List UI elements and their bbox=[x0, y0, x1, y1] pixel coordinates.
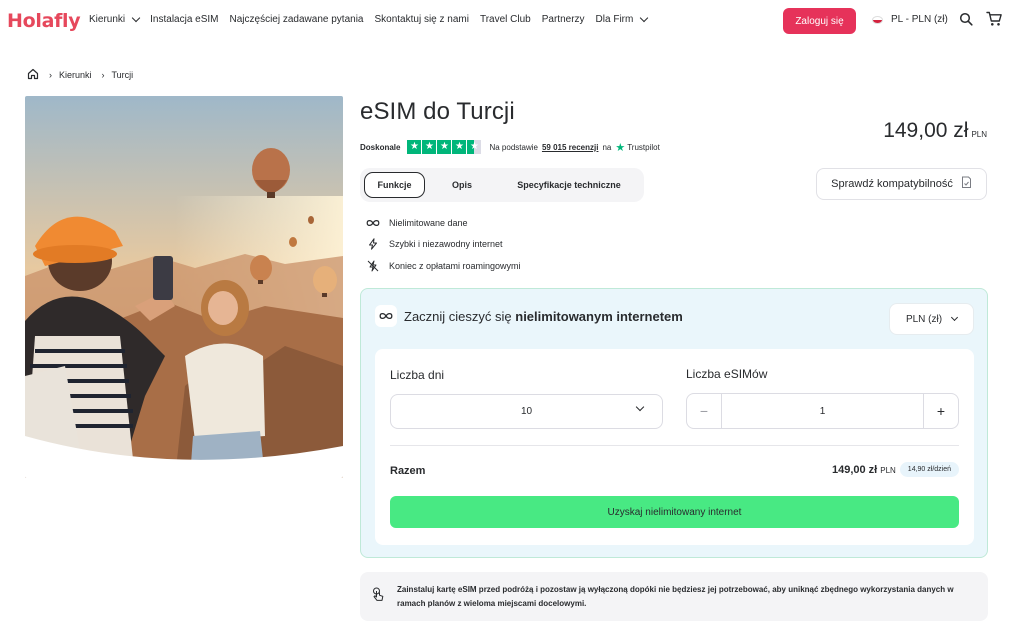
card-header: Zacznij cieszyć się nielimitowanym inter… bbox=[375, 305, 683, 327]
star-icon: ★ bbox=[452, 140, 467, 154]
total-label: Razem bbox=[390, 465, 426, 477]
reviews-link[interactable]: 59 015 recenzji bbox=[542, 143, 598, 152]
trustpilot-star-icon: ★ bbox=[615, 141, 626, 154]
tab-funkcje[interactable]: Funkcje bbox=[364, 172, 425, 198]
star-icon: ★ bbox=[437, 140, 452, 154]
nav-item-dla-firm[interactable]: Dla Firm bbox=[596, 13, 649, 25]
rating-word: Doskonale bbox=[360, 142, 401, 152]
plan-configurator-card: Zacznij cieszyć się nielimitowanym inter… bbox=[360, 288, 988, 558]
chevron-down-icon bbox=[951, 313, 959, 322]
half-star-icon: ★ bbox=[467, 140, 482, 154]
nav-item-partnerzy[interactable]: Partnerzy bbox=[542, 14, 585, 25]
nav-item-faq[interactable]: Najczęściej zadawane pytania bbox=[230, 14, 364, 25]
language-currency-selector[interactable]: PL - PLN (zł) bbox=[872, 14, 948, 25]
cart-icon[interactable] bbox=[986, 11, 1003, 32]
breadcrumb-separator: › bbox=[101, 70, 105, 80]
breadcrumb-kierunki[interactable]: Kierunki bbox=[59, 70, 92, 80]
search-icon[interactable] bbox=[959, 12, 973, 31]
esim-quantity-value[interactable]: 1 bbox=[722, 406, 923, 417]
per-day-badge: 14,90 zł/dzień bbox=[899, 462, 959, 477]
esims-label: Liczba eSIMów bbox=[686, 367, 768, 381]
no-roaming-icon bbox=[366, 260, 380, 272]
feature-list: Nielimitowane dane Szybki i niezawodny i… bbox=[366, 212, 521, 277]
divider bbox=[390, 445, 959, 446]
total-summary: 149,00 zł PLN 14,90 zł/dzień bbox=[832, 462, 959, 477]
install-tip-text: Zainstaluj kartę eSIM przed podróżą i po… bbox=[397, 585, 954, 608]
card-title: Zacznij cieszyć się nielimitowanym inter… bbox=[404, 308, 683, 324]
home-icon[interactable] bbox=[27, 68, 39, 82]
install-tip-note: Zainstaluj kartę eSIM przed podróżą i po… bbox=[360, 572, 988, 621]
days-select[interactable]: 10 bbox=[390, 394, 663, 429]
increment-button[interactable]: + bbox=[923, 394, 958, 428]
chevron-down-icon bbox=[640, 13, 649, 23]
star-icon: ★ bbox=[422, 140, 437, 154]
trustpilot-rating: Doskonale ★ ★ ★ ★ ★ Na podstawie 59 015 … bbox=[360, 140, 660, 154]
nav-item-kierunki[interactable]: Kierunki bbox=[89, 13, 141, 25]
holafly-logo[interactable]: Holafly bbox=[7, 10, 81, 32]
get-unlimited-internet-button[interactable]: Uzyskaj nielimitowany internet bbox=[390, 496, 959, 528]
plan-options-panel: Liczba dni Liczba eSIMów 10 − 1 + Razem … bbox=[375, 349, 974, 545]
document-check-icon bbox=[961, 176, 972, 192]
rating-stars: ★ ★ ★ ★ ★ bbox=[407, 140, 482, 154]
product-price: 149,00 zł PLN bbox=[883, 119, 987, 142]
star-icon: ★ bbox=[407, 140, 422, 154]
infinity-icon bbox=[366, 219, 380, 227]
decrement-button[interactable]: − bbox=[687, 394, 722, 428]
hero-image bbox=[25, 96, 343, 478]
main-nav: Kierunki Instalacja eSIM Najczęściej zad… bbox=[89, 13, 658, 25]
currency-select[interactable]: PLN (zł) bbox=[889, 303, 974, 335]
infinity-icon bbox=[375, 305, 397, 327]
nav-item-instalacja[interactable]: Instalacja eSIM bbox=[150, 14, 218, 25]
reviews-prefix: Na podstawie bbox=[489, 142, 538, 152]
total-price: 149,00 zł PLN bbox=[831, 463, 896, 476]
product-tabs: Funkcje Opis Specyfikacje techniczne bbox=[360, 168, 644, 202]
esim-quantity-stepper: − 1 + bbox=[686, 393, 959, 429]
tab-specyfikacje[interactable]: Specyfikacje techniczne bbox=[499, 172, 639, 198]
breadcrumb-turcji: Turcji bbox=[111, 70, 134, 80]
breadcrumb-separator: › bbox=[49, 70, 52, 80]
nav-item-travel-club[interactable]: Travel Club bbox=[480, 14, 531, 25]
tab-opis[interactable]: Opis bbox=[425, 172, 499, 198]
login-button[interactable]: Zaloguj się bbox=[783, 8, 856, 34]
top-header: Holafly Kierunki Instalacja eSIM Najczęś… bbox=[0, 0, 1024, 42]
feature-item: Koniec z opłatami roamingowymi bbox=[366, 255, 521, 277]
reviews-suffix: na bbox=[602, 142, 612, 152]
feature-item: Nielimitowane dane bbox=[366, 212, 521, 234]
chevron-down-icon bbox=[635, 402, 645, 412]
lightning-icon bbox=[366, 238, 380, 250]
breadcrumb: › Kierunki › Turcji bbox=[27, 68, 133, 82]
product-title: eSIM do Turcji bbox=[360, 98, 515, 125]
check-compatibility-button[interactable]: Sprawdź kompatybilność bbox=[816, 168, 987, 200]
trustpilot-logo[interactable]: ★ Trustpilot bbox=[615, 141, 659, 154]
tap-hand-icon bbox=[372, 587, 386, 606]
feature-item: Szybki i niezawodny internet bbox=[366, 234, 521, 256]
days-label: Liczba dni bbox=[390, 368, 445, 382]
nav-item-contact[interactable]: Skontaktuj się z nami bbox=[374, 14, 469, 25]
poland-flag-icon bbox=[872, 15, 883, 24]
chevron-down-icon bbox=[131, 13, 141, 23]
